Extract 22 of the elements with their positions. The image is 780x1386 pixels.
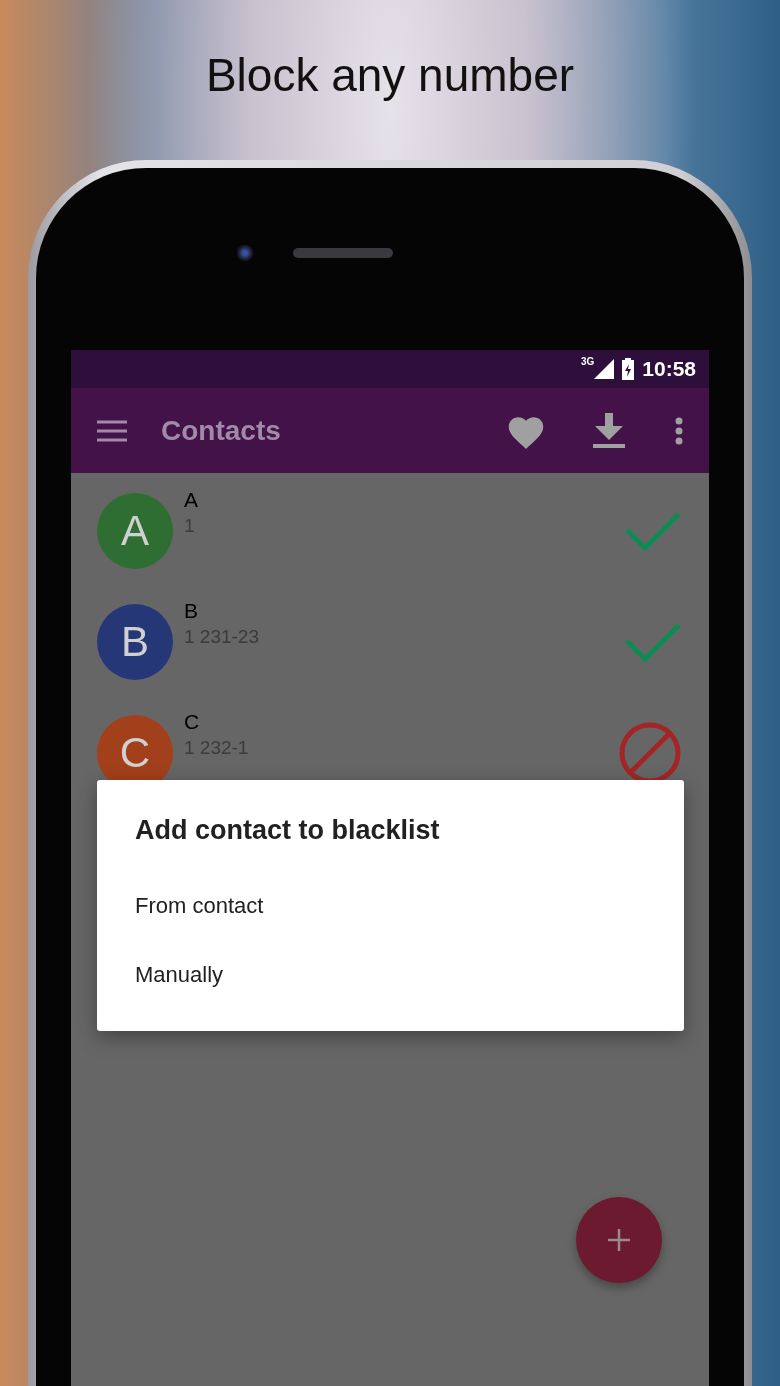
network-label: 3G [580,357,595,367]
checkmark-icon[interactable] [625,509,681,552]
toolbar-title: Contacts [161,413,282,448]
contact-name: B [184,598,199,624]
download-icon[interactable] [593,412,625,449]
dialog-option[interactable]: From contact [135,870,646,940]
contact-avatar: B [97,603,173,680]
speaker-icon [293,248,393,258]
dialog-title: Add contact to blacklist [135,814,441,847]
headline: Block any number [205,47,575,103]
dialog-option[interactable]: Manually [135,939,646,1009]
signal-icon [594,359,615,379]
battery-icon [622,358,635,380]
contact-name: A [184,487,199,513]
checkmark-icon[interactable] [625,620,681,663]
clock: 10:58 [642,356,696,383]
camera-icon [237,245,253,261]
contact-name: C [184,709,201,735]
contact-avatar: A [97,492,173,569]
plus-icon [607,1228,631,1252]
more-icon[interactable] [675,416,683,445]
menu-icon[interactable] [97,419,127,442]
